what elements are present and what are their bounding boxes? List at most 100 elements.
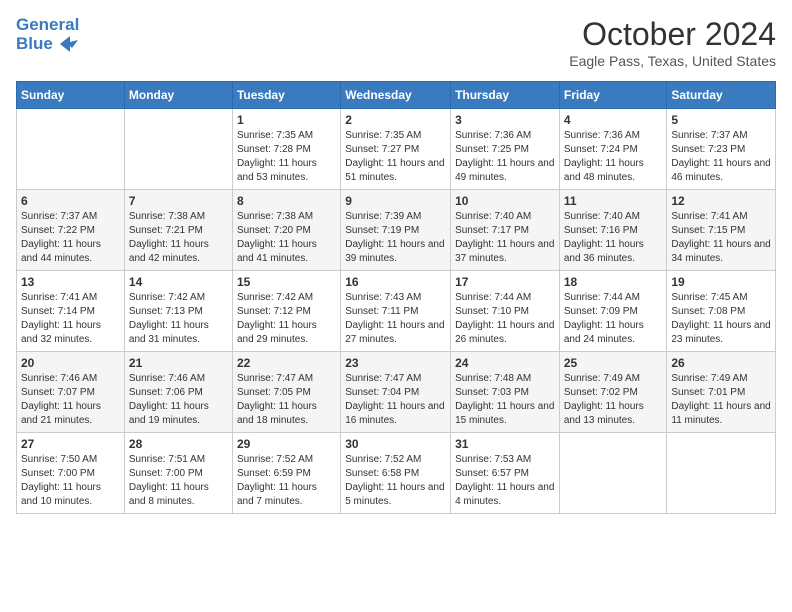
page-header: General Blue October 2024 Eagle Pass, Te… [16, 16, 776, 69]
day-info: Sunrise: 7:38 AM Sunset: 7:21 PM Dayligh… [129, 210, 228, 266]
logo: General Blue [16, 16, 79, 53]
day-info: Sunrise: 7:53 AM Sunset: 6:57 PM Dayligh… [455, 453, 555, 509]
day-info: Sunrise: 7:46 AM Sunset: 7:07 PM Dayligh… [21, 372, 120, 428]
header-row: SundayMondayTuesdayWednesdayThursdayFrid… [17, 82, 776, 109]
day-number: 29 [237, 437, 336, 451]
day-number: 1 [237, 113, 336, 127]
day-cell: 29 Sunrise: 7:52 AM Sunset: 6:59 PM Dayli… [232, 433, 340, 514]
header-friday: Friday [559, 82, 667, 109]
day-number: 15 [237, 275, 336, 289]
logo-general: General [16, 16, 79, 35]
day-cell: 3Sunrise: 7:36 AM Sunset: 7:25 PM Daylig… [451, 109, 560, 190]
day-cell: 16 Sunrise: 7:43 AM Sunset: 7:11 PM Dayli… [341, 271, 451, 352]
day-number: 11 [564, 194, 663, 208]
calendar-table: SundayMondayTuesdayWednesdayThursdayFrid… [16, 81, 776, 514]
day-info: Sunrise: 7:50 AM Sunset: 7:00 PM Dayligh… [21, 453, 120, 509]
day-info: Sunrise: 7:48 AM Sunset: 7:03 PM Dayligh… [455, 372, 555, 428]
day-cell: 11 Sunrise: 7:40 AM Sunset: 7:16 PM Dayli… [559, 190, 667, 271]
day-number: 31 [455, 437, 555, 451]
day-cell: 22 Sunrise: 7:47 AM Sunset: 7:05 PM Dayli… [232, 352, 340, 433]
day-number: 10 [455, 194, 555, 208]
day-info: Sunrise: 7:40 AM Sunset: 7:17 PM Dayligh… [455, 210, 555, 266]
day-cell [17, 109, 125, 190]
day-number: 8 [237, 194, 336, 208]
day-cell [124, 109, 232, 190]
header-sunday: Sunday [17, 82, 125, 109]
day-cell: 10 Sunrise: 7:40 AM Sunset: 7:17 PM Dayli… [451, 190, 560, 271]
day-info: Sunrise: 7:52 AM Sunset: 6:58 PM Dayligh… [345, 453, 446, 509]
week-row-2: 6Sunrise: 7:37 AM Sunset: 7:22 PM Daylig… [17, 190, 776, 271]
day-number: 16 [345, 275, 446, 289]
day-cell: 4 Sunrise: 7:36 AM Sunset: 7:24 PM Daylig… [559, 109, 667, 190]
week-row-1: 1 Sunrise: 7:35 AM Sunset: 7:28 PM Daylig… [17, 109, 776, 190]
day-cell [559, 433, 667, 514]
day-cell: 1 Sunrise: 7:35 AM Sunset: 7:28 PM Daylig… [232, 109, 340, 190]
day-number: 22 [237, 356, 336, 370]
day-number: 23 [345, 356, 446, 370]
day-cell: 5Sunrise: 7:37 AM Sunset: 7:23 PM Daylig… [667, 109, 776, 190]
day-info: Sunrise: 7:42 AM Sunset: 7:13 PM Dayligh… [129, 291, 228, 347]
month-title: October 2024 [569, 16, 776, 53]
day-cell: 9Sunrise: 7:39 AM Sunset: 7:19 PM Daylig… [341, 190, 451, 271]
day-cell: 27 Sunrise: 7:50 AM Sunset: 7:00 PM Dayli… [17, 433, 125, 514]
logo-bird-icon [60, 36, 78, 52]
day-cell: 19 Sunrise: 7:45 AM Sunset: 7:08 PM Dayli… [667, 271, 776, 352]
day-number: 13 [21, 275, 120, 289]
header-thursday: Thursday [451, 82, 560, 109]
location-subtitle: Eagle Pass, Texas, United States [569, 53, 776, 69]
day-info: Sunrise: 7:47 AM Sunset: 7:05 PM Dayligh… [237, 372, 336, 428]
week-row-5: 27 Sunrise: 7:50 AM Sunset: 7:00 PM Dayli… [17, 433, 776, 514]
day-info: Sunrise: 7:41 AM Sunset: 7:14 PM Dayligh… [21, 291, 120, 347]
day-number: 30 [345, 437, 446, 451]
day-number: 9 [345, 194, 446, 208]
day-cell: 28 Sunrise: 7:51 AM Sunset: 7:00 PM Dayli… [124, 433, 232, 514]
header-saturday: Saturday [667, 82, 776, 109]
day-cell: 31 Sunrise: 7:53 AM Sunset: 6:57 PM Dayli… [451, 433, 560, 514]
day-info: Sunrise: 7:49 AM Sunset: 7:01 PM Dayligh… [671, 372, 771, 428]
day-cell: 2Sunrise: 7:35 AM Sunset: 7:27 PM Daylig… [341, 109, 451, 190]
day-info: Sunrise: 7:52 AM Sunset: 6:59 PM Dayligh… [237, 453, 336, 509]
day-cell: 13 Sunrise: 7:41 AM Sunset: 7:14 PM Dayli… [17, 271, 125, 352]
day-cell: 12Sunrise: 7:41 AM Sunset: 7:15 PM Dayli… [667, 190, 776, 271]
header-wednesday: Wednesday [341, 82, 451, 109]
day-cell: 25 Sunrise: 7:49 AM Sunset: 7:02 PM Dayli… [559, 352, 667, 433]
day-info: Sunrise: 7:42 AM Sunset: 7:12 PM Dayligh… [237, 291, 336, 347]
day-number: 24 [455, 356, 555, 370]
day-number: 7 [129, 194, 228, 208]
day-cell: 8 Sunrise: 7:38 AM Sunset: 7:20 PM Daylig… [232, 190, 340, 271]
day-info: Sunrise: 7:46 AM Sunset: 7:06 PM Dayligh… [129, 372, 228, 428]
day-number: 3 [455, 113, 555, 127]
day-cell: 23 Sunrise: 7:47 AM Sunset: 7:04 PM Dayli… [341, 352, 451, 433]
day-info: Sunrise: 7:51 AM Sunset: 7:00 PM Dayligh… [129, 453, 228, 509]
week-row-3: 13 Sunrise: 7:41 AM Sunset: 7:14 PM Dayli… [17, 271, 776, 352]
day-number: 19 [671, 275, 771, 289]
day-cell [667, 433, 776, 514]
logo-blue: Blue [16, 35, 79, 54]
day-number: 4 [564, 113, 663, 127]
day-info: Sunrise: 7:49 AM Sunset: 7:02 PM Dayligh… [564, 372, 663, 428]
day-cell: 18Sunrise: 7:44 AM Sunset: 7:09 PM Dayli… [559, 271, 667, 352]
day-cell: 21 Sunrise: 7:46 AM Sunset: 7:06 PM Dayli… [124, 352, 232, 433]
day-cell: 26Sunrise: 7:49 AM Sunset: 7:01 PM Dayli… [667, 352, 776, 433]
day-info: Sunrise: 7:44 AM Sunset: 7:10 PM Dayligh… [455, 291, 555, 347]
day-info: Sunrise: 7:35 AM Sunset: 7:27 PM Dayligh… [345, 129, 446, 185]
day-number: 20 [21, 356, 120, 370]
day-info: Sunrise: 7:45 AM Sunset: 7:08 PM Dayligh… [671, 291, 771, 347]
day-number: 25 [564, 356, 663, 370]
day-cell: 6Sunrise: 7:37 AM Sunset: 7:22 PM Daylig… [17, 190, 125, 271]
day-info: Sunrise: 7:40 AM Sunset: 7:16 PM Dayligh… [564, 210, 663, 266]
header-monday: Monday [124, 82, 232, 109]
day-info: Sunrise: 7:36 AM Sunset: 7:24 PM Dayligh… [564, 129, 663, 185]
day-info: Sunrise: 7:38 AM Sunset: 7:20 PM Dayligh… [237, 210, 336, 266]
day-info: Sunrise: 7:43 AM Sunset: 7:11 PM Dayligh… [345, 291, 446, 347]
day-info: Sunrise: 7:35 AM Sunset: 7:28 PM Dayligh… [237, 129, 336, 185]
day-cell: 20 Sunrise: 7:46 AM Sunset: 7:07 PM Dayli… [17, 352, 125, 433]
day-info: Sunrise: 7:47 AM Sunset: 7:04 PM Dayligh… [345, 372, 446, 428]
day-info: Sunrise: 7:41 AM Sunset: 7:15 PM Dayligh… [671, 210, 771, 266]
header-tuesday: Tuesday [232, 82, 340, 109]
day-number: 21 [129, 356, 228, 370]
day-number: 14 [129, 275, 228, 289]
day-number: 27 [21, 437, 120, 451]
day-cell: 30 Sunrise: 7:52 AM Sunset: 6:58 PM Dayli… [341, 433, 451, 514]
day-number: 28 [129, 437, 228, 451]
